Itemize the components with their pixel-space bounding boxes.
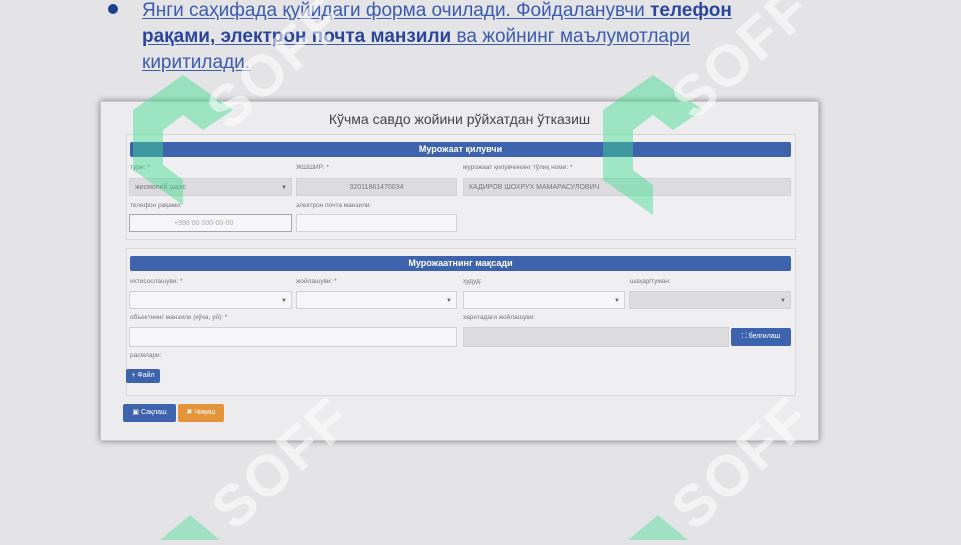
save-button[interactable]: ▣ Сақлаш bbox=[123, 404, 176, 422]
phone-placeholder: +998 00 000-00-00 bbox=[174, 220, 234, 227]
fullname-label: мурожаат қилувчининг тўлиқ номи: * bbox=[463, 164, 573, 171]
place-select[interactable]: ▼ bbox=[296, 291, 457, 309]
purpose-section-header: Мурожаатнинг мақсади bbox=[130, 256, 791, 271]
place-label: жойлашуви: * bbox=[296, 278, 337, 285]
type-label: тури: * bbox=[130, 164, 150, 171]
phone-field[interactable]: +998 00 000-00-00 bbox=[129, 214, 292, 232]
photos-label: расмлари: bbox=[130, 352, 162, 359]
add-file-button[interactable]: + Файл bbox=[126, 369, 160, 383]
form-screenshot: Кўчма савдо жойини рўйхатдан ўтказиш Мур… bbox=[100, 101, 819, 441]
type-select[interactable]: жисмоний шахс ▼ bbox=[129, 178, 292, 196]
email-label: электрон почта манзили: bbox=[296, 202, 372, 209]
map-mark-button-label: белгилаш bbox=[748, 333, 781, 340]
cancel-button-label: Чиқиш bbox=[194, 409, 216, 416]
map-label: харитадаги жойлашуви: bbox=[463, 314, 536, 321]
address-field[interactable] bbox=[129, 327, 457, 347]
specialization-label: ихтисослашуви: * bbox=[130, 278, 183, 285]
map-mark-button[interactable]: ⛶ белгилаш bbox=[731, 328, 791, 346]
jshshir-label: ЖШШИР: * bbox=[296, 164, 329, 171]
chevron-down-icon: ▼ bbox=[281, 185, 287, 191]
chevron-down-icon: ▼ bbox=[780, 298, 786, 304]
applicant-section-header: Мурожаат қилувчи bbox=[130, 142, 791, 157]
fullname-field[interactable]: КАДИРОВ ШОХРУХ МАМАРАСУЛОВИЧ bbox=[463, 178, 791, 196]
district-label: шаҳар/туман: bbox=[630, 278, 671, 285]
region-select[interactable]: ▼ bbox=[463, 291, 625, 309]
close-icon: ✖ bbox=[186, 409, 193, 416]
cancel-button[interactable]: ✖ Чиқиш bbox=[178, 404, 224, 422]
phone-label: телефон рақами: bbox=[130, 202, 182, 209]
map-marker-icon: ⛶ bbox=[741, 333, 747, 340]
watermark-logo-icon bbox=[160, 515, 220, 540]
region-label: ҳудуд: bbox=[463, 278, 482, 285]
type-select-value: жисмоний шахс bbox=[135, 184, 186, 191]
save-button-label: Сақлаш bbox=[140, 409, 167, 416]
watermark-logo-icon bbox=[628, 515, 688, 540]
specialization-select[interactable]: ▼ bbox=[129, 291, 292, 309]
chevron-down-icon: ▼ bbox=[281, 298, 287, 304]
save-icon: ▣ bbox=[132, 409, 139, 416]
address-label: объектнинг манзили (кўча, уй): * bbox=[130, 314, 228, 321]
district-select[interactable]: ▼ bbox=[629, 291, 791, 309]
bullet-text-start: Янги саҳифада қуйидаги форма очилади. Фо… bbox=[142, 0, 651, 21]
chevron-down-icon: ▼ bbox=[446, 298, 452, 304]
chevron-down-icon: ▼ bbox=[614, 298, 620, 304]
email-field[interactable] bbox=[296, 214, 457, 232]
map-location-field[interactable] bbox=[463, 327, 729, 347]
bullet-dot-icon bbox=[108, 4, 118, 14]
jshshir-field[interactable]: 32011861470034 bbox=[296, 178, 457, 196]
